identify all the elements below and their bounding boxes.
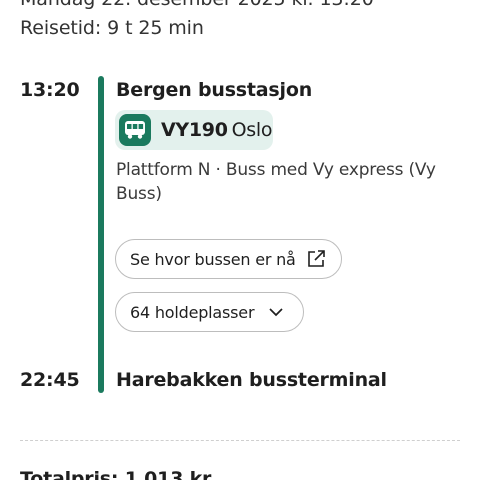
total-price: Totalpris: 1 013 kr: [20, 468, 212, 480]
chevron-down-icon: [268, 307, 284, 317]
platform-info: Plattform N · Buss med Vy express (Vy Bu…: [116, 160, 436, 204]
stops-toggle-button[interactable]: 64 holdeplasser: [115, 292, 304, 332]
trip-details-screen: Mandag 22. desember 2025 kl. 13:20 Reise…: [0, 0, 480, 480]
stops-count-label: 64 holdeplasser: [130, 302, 255, 322]
live-location-label: Se hvor bussen er nå: [130, 249, 296, 269]
external-link-icon: [306, 249, 326, 269]
departure-date: Mandag 22. desember 2025 kl. 13:20: [20, 0, 374, 10]
bus-icon: [119, 114, 151, 146]
live-location-button[interactable]: Se hvor bussen er nå: [115, 239, 342, 279]
departure-stop: Bergen busstasjon: [116, 79, 313, 101]
section-divider: [20, 440, 460, 441]
departure-time: 13:20: [20, 79, 80, 101]
route-line: [98, 76, 104, 393]
arrival-stop: Harebakken bussterminal: [116, 369, 387, 391]
line-code: VY190: [161, 119, 228, 141]
line-destination: Oslo: [231, 119, 273, 141]
travel-time: Reisetid: 9 t 25 min: [20, 17, 204, 39]
arrival-time: 22:45: [20, 369, 80, 391]
line-chip: VY190 Oslo: [115, 110, 273, 150]
